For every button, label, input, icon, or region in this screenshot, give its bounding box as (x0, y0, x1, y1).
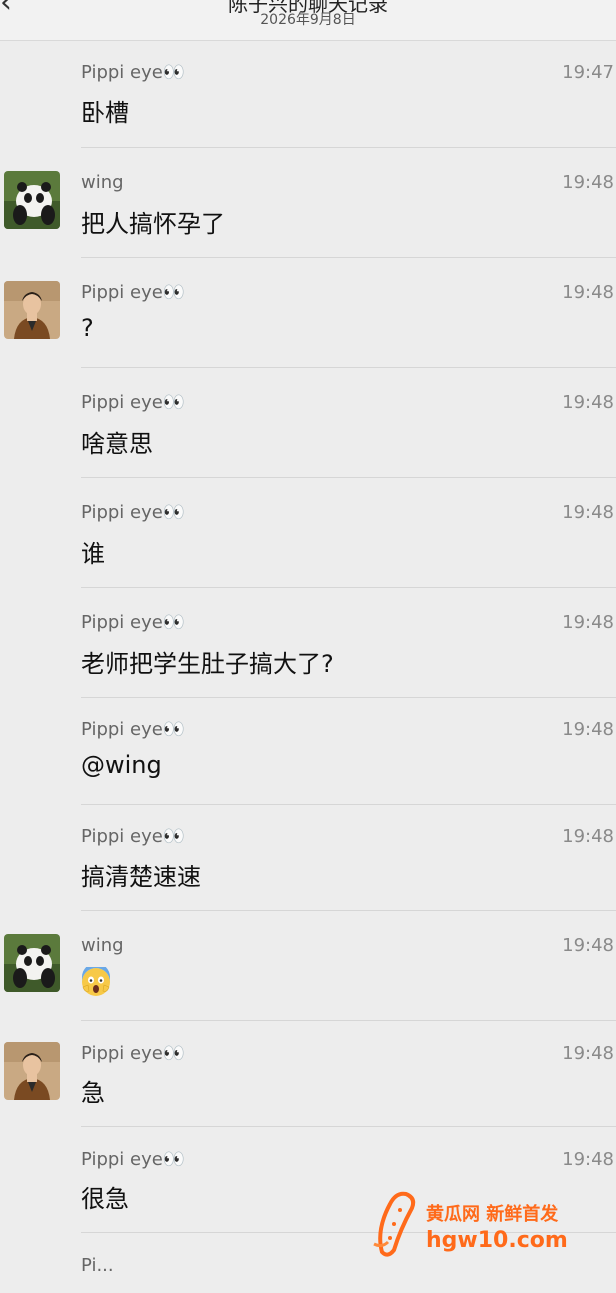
avatar-person[interactable] (4, 281, 60, 339)
message-sender: Pippi eye👀 (81, 282, 186, 303)
message-item: Pippi eye👀 19:48 ? (0, 258, 616, 368)
message-text: 谁 (81, 540, 105, 568)
message-time: 19:48 (562, 719, 614, 740)
message-item: wing 19:48 把人搞怀孕了 (0, 148, 616, 258)
message-time: 19:48 (562, 282, 614, 303)
message-sender: wing (81, 935, 124, 956)
message-item: Pippi eye👀 19:48 @wing (0, 698, 616, 805)
more-button[interactable]: ••• (580, 0, 616, 8)
message-time: 19:47 (562, 62, 614, 83)
watermark-tagline: 黄瓜网 新鲜首发 (426, 1204, 559, 1225)
message-text: 卧槽 (81, 99, 129, 127)
screaming-face-icon (81, 963, 111, 997)
message-sender: Pippi eye👀 (81, 392, 186, 413)
message-time: 19:48 (562, 502, 614, 523)
page-subtitle-date: 2026年9月8日 (260, 12, 356, 28)
message-sender: Pippi eye👀 (81, 826, 186, 847)
message-text: 啥意思 (81, 430, 153, 458)
message-time: 19:48 (562, 392, 614, 413)
chat-history-header: ‹ 陈子兴的聊天记录 2026年9月8日 ••• (0, 0, 616, 41)
message-item: wing 19:48 (0, 911, 616, 1021)
cucumber-logo-icon (373, 1191, 416, 1257)
message-text: @wing (81, 751, 162, 779)
message-sender: Pippi eye👀 (81, 62, 186, 83)
message-emoji (81, 963, 111, 1003)
site-watermark: 黄瓜网 新鲜首发 hgw10.com (366, 1190, 596, 1260)
message-text: ? (81, 314, 94, 342)
avatar-person[interactable] (4, 1042, 60, 1100)
message-sender: Pi... (81, 1255, 114, 1276)
message-text: 很急 (81, 1185, 129, 1213)
message-time: 19:48 (562, 172, 614, 193)
message-sender: Pippi eye👀 (81, 1149, 186, 1170)
message-item: Pippi eye👀 19:48 搞清楚速速 (0, 805, 616, 911)
message-item: Pippi eye👀 19:47 卧槽 (0, 41, 616, 148)
message-time: 19:48 (562, 1149, 614, 1170)
message-sender: Pippi eye👀 (81, 1043, 186, 1064)
message-time: 19:48 (562, 935, 614, 956)
message-item: Pippi eye👀 19:48 谁 (0, 478, 616, 588)
message-sender: wing (81, 172, 124, 193)
avatar-panda[interactable] (4, 171, 60, 229)
message-text: 把人搞怀孕了 (81, 210, 225, 238)
message-time: 19:48 (562, 612, 614, 633)
message-list[interactable]: Pippi eye👀 19:47 卧槽 wing 19:48 把人搞怀孕了 Pi… (0, 41, 616, 1293)
message-item: Pippi eye👀 19:48 啥意思 (0, 368, 616, 478)
message-sender: Pippi eye👀 (81, 612, 186, 633)
message-time: 19:48 (562, 1043, 614, 1064)
message-text: 搞清楚速速 (81, 863, 201, 891)
more-dots-icon: ••• (580, 0, 616, 9)
avatar-panda[interactable] (4, 934, 60, 992)
message-sender: Pippi eye👀 (81, 502, 186, 523)
watermark-url: hgw10.com (426, 1228, 568, 1253)
message-text: 急 (81, 1079, 105, 1107)
message-item: Pippi eye👀 19:48 老师把学生肚子搞大了? (0, 588, 616, 698)
message-text: 老师把学生肚子搞大了? (81, 650, 334, 678)
message-time: 19:48 (562, 826, 614, 847)
message-sender: Pippi eye👀 (81, 719, 186, 740)
message-item: Pippi eye👀 19:48 急 (0, 1021, 616, 1127)
